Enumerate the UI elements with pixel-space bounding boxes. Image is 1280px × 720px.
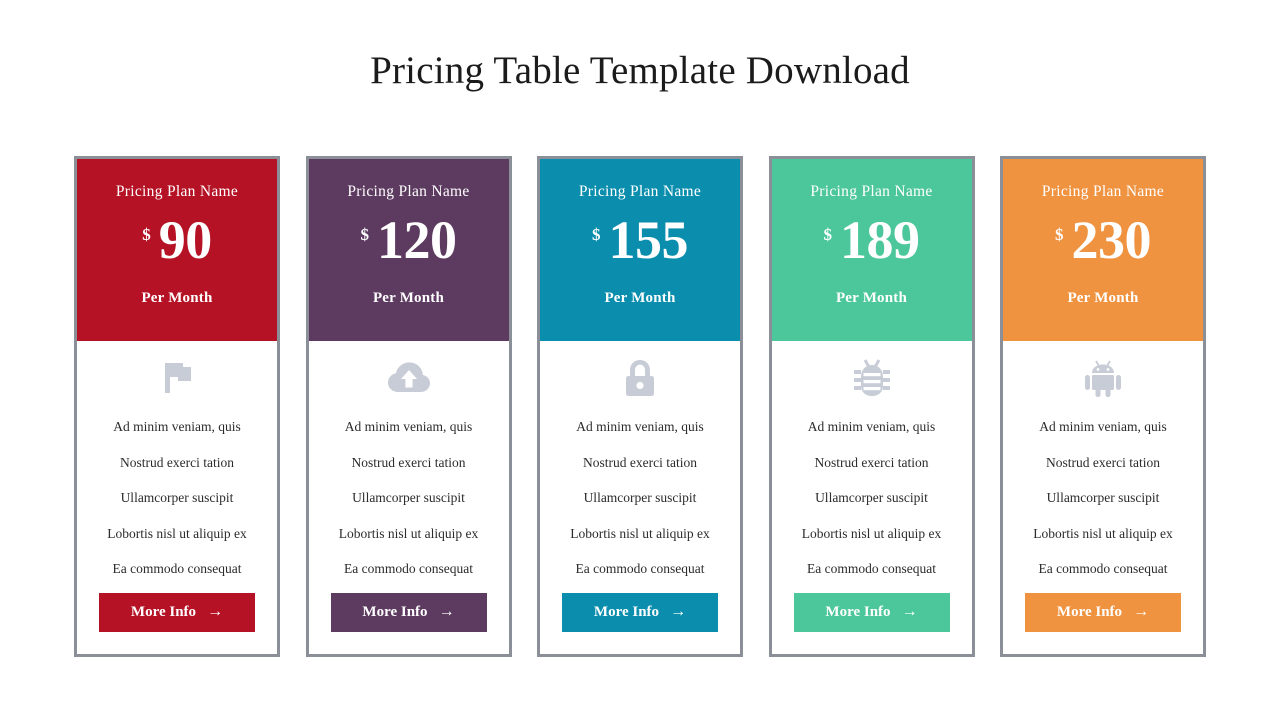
bug-icon: [850, 357, 894, 399]
more-info-button[interactable]: More Info →: [793, 592, 950, 632]
plan-name: Pricing Plan Name: [578, 183, 702, 200]
arrow-right-icon: →: [438, 603, 455, 620]
feature-list: Ad minim veniam, quis Nostrud exerci tati…: [1003, 409, 1203, 587]
feature-item: Lobortis nisl ut aliquip ex: [338, 525, 479, 541]
more-info-button[interactable]: More Info →: [562, 592, 718, 632]
android-icon: [1081, 357, 1125, 399]
feature-list: Ad minim veniam, quis Nostrud exerci tati…: [540, 409, 740, 587]
feature-item: Ullamcorper suscipit: [583, 490, 697, 505]
price-row: $155: [592, 209, 689, 276]
arrow-right-icon: →: [1133, 603, 1150, 620]
feature-item: Nostrud exerci tation: [814, 454, 929, 470]
plan-name: Pricing Plan Name: [347, 183, 470, 200]
feature-list: Ad minim veniam, quis Nostrud exerci tati…: [309, 409, 509, 587]
price-amount: 230: [1071, 209, 1152, 270]
feature-item: Ullamcorper suscipit: [352, 490, 465, 505]
pricing-card-body: Ad minim veniam, quis Nostrud exerci tati…: [1003, 341, 1203, 654]
more-info-label: More Info: [593, 603, 660, 620]
currency-symbol: $: [1055, 224, 1064, 244]
feature-item: Ea commodo consequat: [1038, 561, 1168, 576]
arrow-right-icon: →: [901, 603, 918, 620]
pricing-cards-row: Pricing Plan Name $90 Per Month Ad minim ve…: [74, 156, 1206, 657]
more-info-button[interactable]: More Info →: [330, 592, 487, 632]
cloud-upload-icon: [387, 357, 431, 399]
feature-item: Ullamcorper suscipit: [1046, 490, 1160, 505]
feature-item: Nostrud exerci tation: [1046, 454, 1160, 470]
feature-item: Ea commodo consequat: [344, 561, 473, 576]
currency-symbol: $: [592, 224, 601, 244]
pricing-card-header: Pricing Plan Name $90 Per Month: [77, 159, 277, 341]
pricing-card: Pricing Plan Name $189 Per Month Ad minim v…: [768, 156, 975, 657]
feature-list: Ad minim veniam, quis Nostrud exerci tati…: [77, 409, 277, 587]
pricing-card: Pricing Plan Name $230 Per Month Ad minim v…: [1000, 156, 1206, 657]
feature-item: Ullamcorper suscipit: [120, 490, 234, 505]
more-info-label: More Info: [130, 603, 197, 620]
lock-icon: [618, 357, 662, 399]
feature-item: Nostrud exerci tation: [351, 454, 466, 470]
arrow-right-icon: →: [207, 603, 224, 620]
billing-period: Per Month: [604, 289, 676, 306]
arrow-right-icon: →: [670, 603, 687, 620]
more-info-label: More Info: [1056, 603, 1123, 620]
plan-name: Pricing Plan Name: [115, 183, 239, 200]
currency-symbol: $: [142, 224, 151, 244]
flag-icon: [155, 357, 199, 399]
pricing-card-body: Ad minim veniam, quis Nostrud exerci tati…: [77, 341, 277, 654]
pricing-card: Pricing Plan Name $155 Per Month Ad minim v…: [537, 156, 743, 657]
feature-item: Ad minim veniam, quis: [1039, 419, 1167, 434]
pricing-card-header: Pricing Plan Name $189 Per Month: [771, 159, 972, 341]
feature-item: Ad minim veniam, quis: [344, 419, 473, 434]
feature-item: Ea commodo consequat: [807, 561, 936, 576]
billing-period: Per Month: [835, 289, 908, 306]
currency-symbol: $: [823, 224, 833, 244]
price-amount: 189: [840, 209, 920, 270]
page-title: Pricing Table Template Download: [370, 49, 910, 92]
feature-list: Ad minim veniam, quis Nostrud exerci tati…: [772, 409, 972, 587]
billing-period: Per Month: [372, 289, 445, 306]
pricing-card-body: Ad minim veniam, quis Nostrud exerci tati…: [771, 341, 972, 654]
feature-item: Ea commodo consequat: [575, 561, 705, 576]
more-info-label: More Info: [362, 603, 428, 620]
price-row: $120: [360, 209, 457, 276]
plan-name: Pricing Plan Name: [1041, 183, 1165, 200]
feature-item: Ea commodo consequat: [112, 561, 242, 576]
plan-name: Pricing Plan Name: [810, 183, 933, 200]
price-amount: 120: [377, 209, 457, 270]
pricing-card-header: Pricing Plan Name $230 Per Month: [1003, 159, 1203, 341]
feature-item: Ad minim veniam, quis: [576, 419, 704, 434]
feature-item: Nostrud exerci tation: [583, 454, 697, 470]
billing-period: Per Month: [141, 289, 213, 306]
pricing-card: Pricing Plan Name $90 Per Month Ad minim ve…: [74, 156, 280, 657]
pricing-card-body: Ad minim veniam, quis Nostrud exerci tati…: [540, 341, 740, 654]
more-info-label: More Info: [825, 603, 891, 620]
billing-period: Per Month: [1067, 289, 1139, 306]
feature-item: Lobortis nisl ut aliquip ex: [107, 525, 247, 541]
feature-item: Nostrud exerci tation: [120, 454, 234, 470]
pricing-card-header: Pricing Plan Name $120 Per Month: [308, 159, 509, 341]
price-row: $189: [823, 209, 920, 276]
feature-item: Ad minim veniam, quis: [807, 419, 936, 434]
feature-item: Ullamcorper suscipit: [815, 490, 928, 505]
price-amount: 155: [608, 209, 689, 270]
pricing-table-page: Pricing Table Template Download Pricing …: [0, 0, 1280, 720]
feature-item: Lobortis nisl ut aliquip ex: [801, 525, 942, 541]
currency-symbol: $: [360, 224, 370, 244]
price-row: $230: [1055, 209, 1152, 276]
more-info-button[interactable]: More Info →: [1025, 592, 1181, 632]
more-info-button[interactable]: More Info →: [99, 592, 255, 632]
feature-item: Lobortis nisl ut aliquip ex: [1033, 525, 1173, 541]
pricing-card-header: Pricing Plan Name $155 Per Month: [540, 159, 740, 341]
price-amount: 90: [158, 209, 213, 270]
pricing-card-body: Ad minim veniam, quis Nostrud exerci tati…: [308, 341, 509, 654]
feature-item: Lobortis nisl ut aliquip ex: [570, 525, 710, 541]
pricing-card: Pricing Plan Name $120 Per Month Ad minim v…: [305, 156, 512, 657]
price-row: $90: [142, 209, 213, 276]
feature-item: Ad minim veniam, quis: [113, 419, 241, 434]
